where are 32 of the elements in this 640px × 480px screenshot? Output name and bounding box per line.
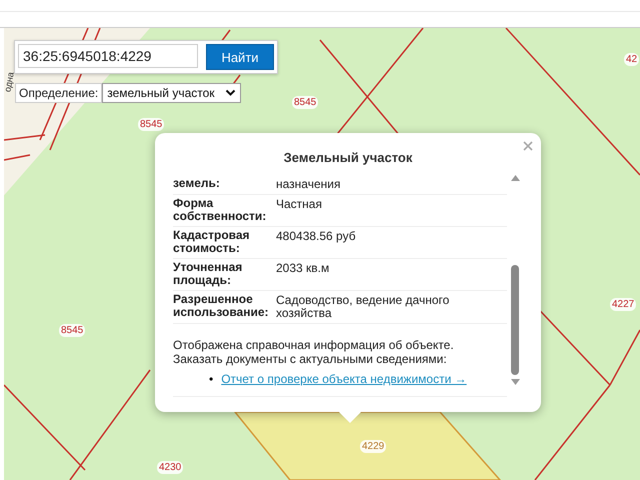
chevron-down-icon (224, 89, 236, 97)
parcel-number: 4227 (610, 298, 636, 311)
parcel-number: 4229 (360, 440, 386, 453)
field-label: Уточненная площадь: (173, 261, 244, 287)
cadastral-number-field[interactable]: 36:25:6945018:4229 (18, 44, 198, 68)
definition-dropdown[interactable]: земельный участок (102, 83, 241, 103)
bullet: • (209, 372, 214, 386)
scroll-up-icon[interactable] (510, 175, 520, 181)
parcel-number: 8545 (59, 324, 86, 337)
parcel-number: 42 (624, 53, 640, 66)
info-text: Отображена справочная информация об объекте. (173, 338, 455, 352)
parcel-number: 8545 (292, 96, 318, 109)
field-value: назначения (276, 177, 342, 191)
field-value: Частная (276, 197, 323, 213)
parcel-number: 4230 (157, 461, 184, 474)
scroll-down-icon[interactable] (510, 379, 520, 385)
street-name: одна (4, 71, 16, 93)
field-label: Форма собственности: (173, 197, 268, 223)
definition-label: Определение: (15, 83, 102, 103)
field-label: Кадастровая стоимость: (173, 229, 251, 255)
info-text: Заказать документы с актуальными сведениями: (173, 352, 448, 366)
field-label: земель: (173, 177, 221, 191)
close-icon[interactable] (523, 141, 533, 151)
field-value: 2033 кв.м (276, 261, 330, 277)
popup-title: Земельный участок (282, 149, 414, 167)
find-button[interactable]: Найти (206, 44, 274, 70)
field-value: 480438.56 руб (276, 229, 357, 245)
parcel-number: 8545 (138, 118, 164, 131)
report-link[interactable]: Отчет о проверке объекта недвижимости → (221, 372, 467, 386)
field-value: Садоводство, ведение дачного хозяйства (276, 293, 450, 320)
field-label: Разрешенное использование: (173, 293, 270, 320)
scrollbar[interactable] (509, 175, 521, 385)
